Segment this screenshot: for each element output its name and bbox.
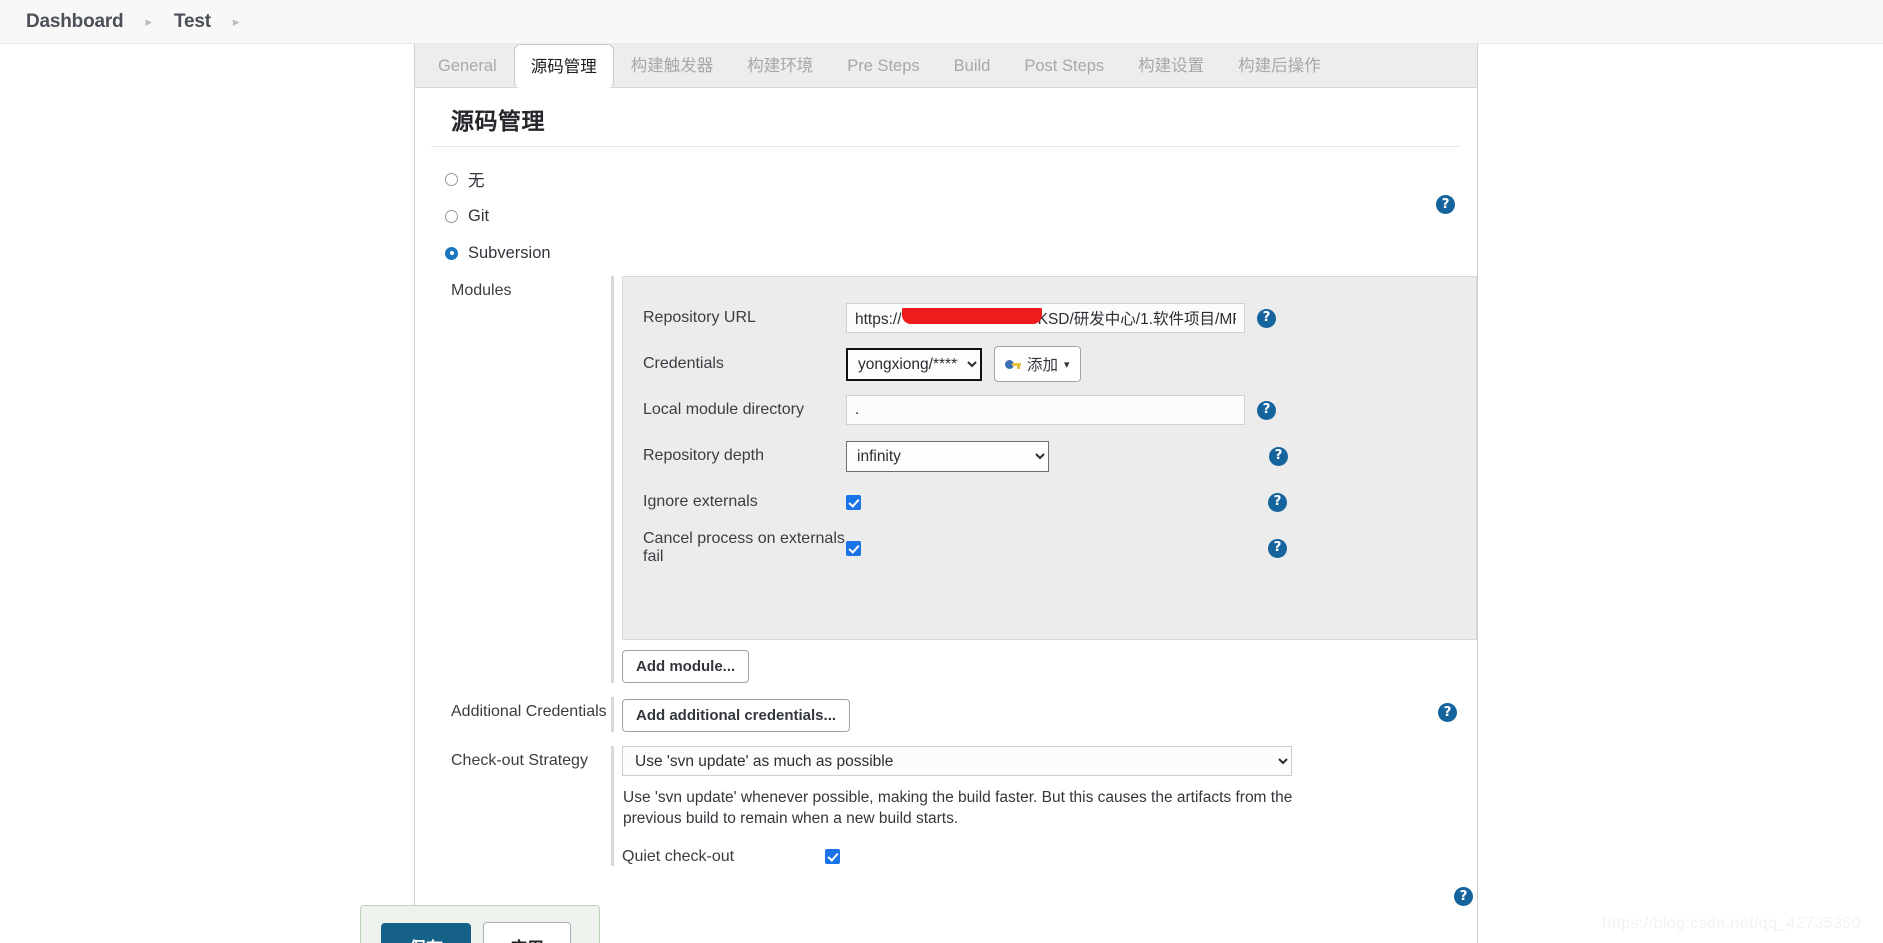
- credentials-row: Credentials yongxiong/****** 添加 ▾: [643, 341, 1456, 387]
- add-module-row: Add module...: [622, 640, 1477, 683]
- breadcrumb: Dashboard ▸ Test ▸: [0, 0, 1883, 44]
- help-icon-local-module-directory[interactable]: ?: [1257, 400, 1276, 420]
- repository-url-label: Repository URL: [643, 309, 756, 326]
- quiet-checkout-row: Quiet check-out: [622, 848, 1477, 866]
- watermark: https://blog.csdn.net/qq_42735350: [1602, 915, 1861, 932]
- checkout-strategy-section: Check-out Strategy Use 'svn update' as m…: [415, 746, 1477, 906]
- breadcrumb-separator-icon-2: ▸: [232, 14, 240, 29]
- help-icon-repository-depth[interactable]: ?: [1269, 446, 1288, 466]
- repository-url-input[interactable]: [846, 303, 1245, 333]
- repository-url-wrapper: [846, 303, 1245, 333]
- checkout-strategy-description: Use 'svn update' whenever possible, maki…: [623, 789, 1293, 828]
- quiet-checkout-checkbox[interactable]: [825, 849, 840, 865]
- ignore-externals-label: Ignore externals: [643, 493, 758, 510]
- tab-source-code-management[interactable]: 源码管理: [513, 44, 614, 88]
- modules-content: Repository URL ? Credentials: [611, 276, 1477, 683]
- additional-credentials-content: Add additional credentials...: [611, 697, 1438, 732]
- breadcrumb-item-test[interactable]: Test: [170, 9, 215, 35]
- repository-depth-label: Repository depth: [643, 447, 764, 464]
- save-button[interactable]: 保存: [381, 922, 471, 943]
- tab-general[interactable]: General: [421, 48, 514, 87]
- radio-git-icon[interactable]: [445, 209, 458, 223]
- help-icon-cancel-process[interactable]: ?: [1268, 538, 1287, 558]
- ignore-externals-row: Ignore externals ?: [643, 479, 1456, 525]
- page-body: General 源码管理 构建触发器 构建环境 Pre Steps Build …: [0, 44, 1883, 943]
- ignore-externals-checkbox[interactable]: [846, 494, 861, 510]
- local-module-directory-label: Local module directory: [643, 401, 804, 418]
- scm-option-subversion[interactable]: Subversion: [445, 239, 1477, 267]
- add-module-button[interactable]: Add module...: [622, 650, 750, 683]
- scm-option-git[interactable]: Git: [445, 202, 1477, 230]
- radio-subversion-icon[interactable]: [445, 246, 458, 260]
- help-icon-additional-credentials[interactable]: ?: [1438, 703, 1457, 722]
- save-action-bar: 保存 应用: [360, 905, 600, 943]
- tab-post-build-actions[interactable]: 构建后操作: [1221, 43, 1338, 87]
- additional-credentials-section: Additional Credentials Add additional cr…: [415, 697, 1477, 732]
- help-icon-repository-url[interactable]: ?: [1257, 308, 1276, 328]
- modules-section: Modules Repository URL ?: [415, 276, 1477, 683]
- tab-build-triggers[interactable]: 构建触发器: [614, 43, 731, 87]
- tab-build-settings[interactable]: 构建设置: [1121, 43, 1221, 87]
- chevron-down-icon: ▾: [1064, 358, 1070, 371]
- section-header: 源码管理: [431, 88, 1461, 147]
- tab-build-environment[interactable]: 构建环境: [730, 43, 830, 87]
- checkout-strategy-content: Use 'svn update' as much as possible Use…: [611, 746, 1477, 866]
- local-module-directory-input[interactable]: [846, 395, 1245, 425]
- repository-url-row: Repository URL ?: [643, 295, 1456, 341]
- breadcrumb-item-dashboard[interactable]: Dashboard: [22, 9, 127, 35]
- credentials-label: Credentials: [643, 355, 724, 372]
- add-credentials-button[interactable]: 添加 ▾: [994, 346, 1081, 382]
- modules-label: Modules: [451, 282, 512, 299]
- local-module-directory-row: Local module directory ?: [643, 387, 1456, 433]
- scm-option-none-label: 无: [468, 172, 485, 190]
- radio-none-icon[interactable]: [445, 172, 458, 186]
- repository-depth-row: Repository depth infinity ?: [643, 433, 1456, 479]
- add-additional-credentials-button[interactable]: Add additional credentials...: [622, 699, 851, 732]
- scm-radio-group: 无 Git Subversion ?: [415, 147, 1477, 267]
- page-title: 源码管理: [451, 108, 545, 134]
- checkout-strategy-select[interactable]: Use 'svn update' as much as possible: [622, 746, 1292, 776]
- help-icon-subversion[interactable]: ?: [1436, 195, 1455, 214]
- checkout-strategy-label: Check-out Strategy: [451, 752, 588, 769]
- additional-credentials-label: Additional Credentials: [451, 703, 607, 720]
- cancel-process-on-externals-fail-checkbox[interactable]: [846, 540, 861, 556]
- credentials-select[interactable]: yongxiong/******: [846, 347, 982, 381]
- config-panel: General 源码管理 构建触发器 构建环境 Pre Steps Build …: [414, 44, 1478, 943]
- help-icon-quiet-checkout[interactable]: ?: [1454, 887, 1473, 906]
- scm-option-git-label: Git: [468, 206, 490, 225]
- quiet-checkout-label: Quiet check-out: [622, 847, 735, 865]
- cancel-process-on-externals-fail-row: Cancel process on externals fail ?: [643, 525, 1456, 571]
- tab-pre-steps[interactable]: Pre Steps: [830, 48, 936, 87]
- module-card: Repository URL ? Credentials: [622, 276, 1477, 640]
- scm-option-none[interactable]: 无: [445, 165, 1477, 193]
- add-credentials-label: 添加: [1027, 357, 1059, 374]
- repository-depth-select[interactable]: infinity: [846, 440, 1049, 472]
- tab-build[interactable]: Build: [937, 48, 1008, 87]
- config-tab-bar: General 源码管理 构建触发器 构建环境 Pre Steps Build …: [415, 44, 1477, 88]
- key-icon: [1005, 359, 1021, 370]
- tab-post-steps[interactable]: Post Steps: [1007, 48, 1121, 87]
- cancel-process-on-externals-fail-label: Cancel process on externals fail: [643, 530, 845, 565]
- apply-button[interactable]: 应用: [483, 921, 571, 943]
- help-icon-ignore-externals[interactable]: ?: [1268, 492, 1287, 512]
- scm-option-subversion-label: Subversion: [468, 243, 551, 262]
- breadcrumb-separator-icon: ▸: [145, 14, 152, 29]
